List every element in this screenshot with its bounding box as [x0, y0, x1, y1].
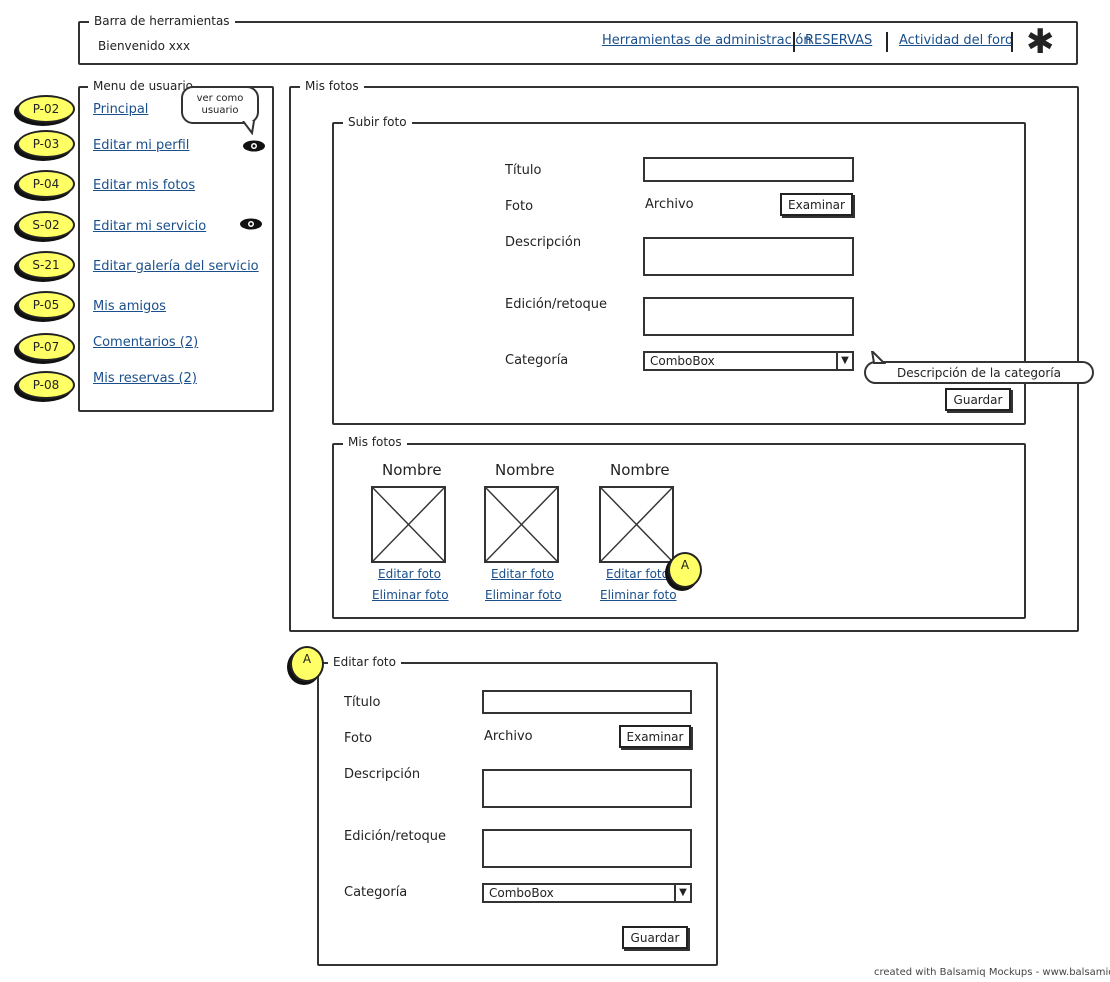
- edit-photo-link[interactable]: Editar foto: [378, 567, 441, 581]
- user-menu-legend: Menu de usuario: [88, 79, 199, 93]
- eye-icon[interactable]: [239, 218, 263, 230]
- tooltip-tail: [870, 351, 886, 364]
- edit-photo-legend: Editar foto: [328, 655, 401, 669]
- photo-name: Nombre: [382, 461, 442, 479]
- category-label: Categoría: [505, 353, 569, 368]
- save-button[interactable]: Guardar: [622, 926, 688, 949]
- delete-photo-link[interactable]: Eliminar foto: [600, 588, 677, 602]
- file-text: Archivo: [645, 197, 694, 212]
- dropdown-arrow-icon[interactable]: ▼: [836, 353, 852, 369]
- menu-item-friends[interactable]: Mis amigos: [93, 299, 166, 314]
- edit-photo-link[interactable]: Editar foto: [491, 567, 554, 581]
- page-sticker: P-05: [17, 291, 75, 319]
- gallery-legend: Mis fotos: [343, 435, 407, 449]
- callout-marker: A: [668, 552, 702, 588]
- description-input[interactable]: [482, 769, 692, 808]
- photo-label: Foto: [344, 731, 373, 746]
- file-text: Archivo: [484, 729, 533, 744]
- tooltip-line: ver como: [196, 93, 244, 104]
- tooltip-line: usuario: [201, 105, 239, 116]
- menu-item-reservations[interactable]: Mis reservas (2): [93, 371, 197, 386]
- footer-credit: created with Balsamiq Mockups - www.bals…: [874, 967, 1110, 978]
- callout-marker: A: [290, 646, 324, 682]
- delete-photo-link[interactable]: Eliminar foto: [485, 588, 562, 602]
- forum-activity-link[interactable]: Actividad del foro: [899, 33, 1013, 48]
- browse-button[interactable]: Examinar: [619, 725, 691, 748]
- edit-retouch-input[interactable]: [482, 829, 692, 868]
- save-button[interactable]: Guardar: [945, 388, 1011, 411]
- page-sticker: P-03: [17, 130, 75, 158]
- edit-retouch-label: Edición/retoque: [505, 297, 608, 312]
- photos-panel-legend: Mis fotos: [300, 79, 364, 93]
- page-sticker: P-04: [17, 170, 75, 198]
- title-label: Título: [344, 695, 381, 710]
- menu-item-edit-service-gallery[interactable]: Editar galería del servicio: [93, 259, 259, 274]
- photo-name: Nombre: [495, 461, 555, 479]
- category-combobox[interactable]: ComboBox ▼: [643, 351, 854, 371]
- toolbar-legend: Barra de herramientas: [89, 14, 235, 28]
- admin-tools-link[interactable]: Herramientas de administración: [602, 33, 812, 48]
- category-combobox[interactable]: ComboBox ▼: [482, 883, 692, 903]
- browse-button[interactable]: Examinar: [780, 193, 853, 216]
- eye-icon[interactable]: [242, 140, 266, 152]
- category-value: ComboBox: [489, 886, 554, 900]
- description-input[interactable]: [643, 237, 854, 276]
- asterisk-icon[interactable]: ✱: [1026, 24, 1055, 60]
- category-label: Categoría: [344, 885, 408, 900]
- menu-item-edit-photos[interactable]: Editar mis fotos: [93, 178, 195, 193]
- edit-retouch-input[interactable]: [643, 297, 854, 336]
- category-value: ComboBox: [650, 354, 715, 368]
- delete-photo-link[interactable]: Eliminar foto: [372, 588, 449, 602]
- menu-item-comments[interactable]: Comentarios (2): [93, 335, 198, 350]
- view-as-user-tooltip: ver como usuario: [181, 86, 259, 124]
- page-sticker: S-21: [17, 251, 75, 279]
- toolbar-divider: [793, 32, 795, 52]
- edit-photo-link[interactable]: Editar foto: [606, 567, 669, 581]
- menu-item-edit-service[interactable]: Editar mi servicio: [93, 219, 206, 234]
- upload-photo-legend: Subir foto: [343, 115, 412, 129]
- toolbar-divider: [1011, 32, 1013, 52]
- photo-placeholder-image: [371, 486, 446, 563]
- category-description-tooltip: Descripción de la categoría: [864, 361, 1094, 384]
- photo-placeholder-image: [599, 486, 674, 563]
- toolbar-divider: [886, 32, 888, 52]
- title-input[interactable]: [482, 690, 692, 714]
- edit-retouch-label: Edición/retoque: [344, 829, 447, 844]
- description-label: Descripción: [505, 235, 582, 250]
- menu-item-edit-profile[interactable]: Editar mi perfil: [93, 138, 189, 153]
- menu-item-principal[interactable]: Principal: [93, 102, 148, 117]
- photo-name: Nombre: [610, 461, 670, 479]
- reservations-link[interactable]: RESERVAS: [805, 33, 872, 48]
- page-sticker: S-02: [17, 211, 75, 239]
- description-label: Descripción: [344, 767, 421, 782]
- page-sticker: P-07: [17, 333, 75, 361]
- page-sticker: P-08: [17, 371, 75, 399]
- page-sticker: P-02: [17, 95, 75, 123]
- title-input[interactable]: [643, 157, 854, 182]
- title-label: Título: [505, 163, 542, 178]
- photo-label: Foto: [505, 199, 534, 214]
- dropdown-arrow-icon[interactable]: ▼: [674, 885, 690, 901]
- photo-placeholder-image: [484, 486, 559, 563]
- welcome-text: Bienvenido xxx: [98, 39, 191, 53]
- tooltip-tail: [242, 121, 255, 135]
